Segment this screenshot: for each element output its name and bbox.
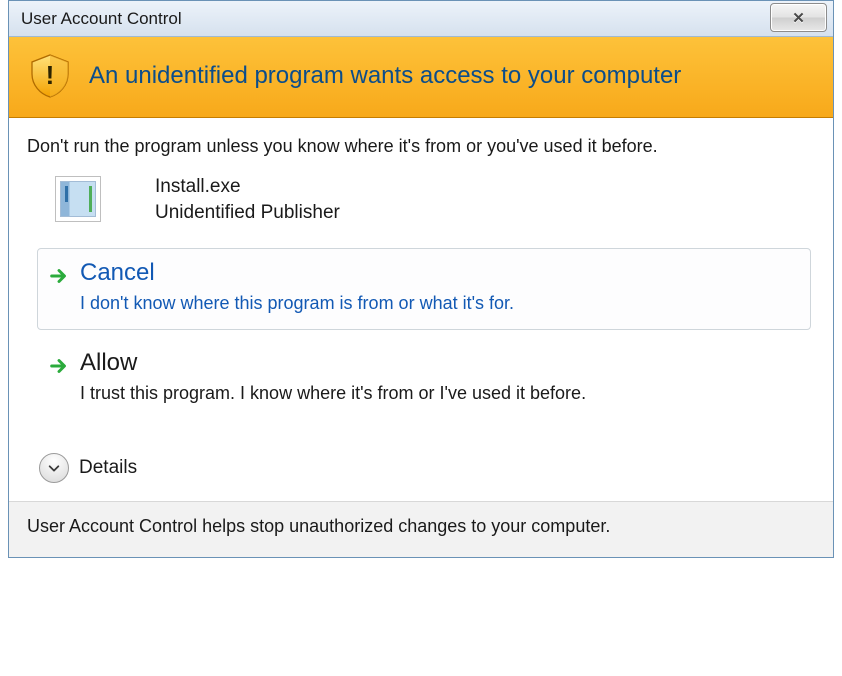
banner-heading: An unidentified program wants access to … <box>89 62 681 91</box>
warning-banner: ! An unidentified program wants access t… <box>9 37 833 118</box>
allow-option[interactable]: Allow I trust this program. I know where… <box>37 338 811 420</box>
titlebar: User Account Control ✕ <box>9 1 833 37</box>
program-info: Install.exe Unidentified Publisher <box>55 176 815 224</box>
svg-text:!: ! <box>46 60 55 90</box>
program-publisher: Unidentified Publisher <box>155 202 340 224</box>
footer-text: User Account Control helps stop unauthor… <box>9 501 833 557</box>
details-toggle[interactable]: Details <box>27 429 815 501</box>
program-filename: Install.exe <box>155 176 340 198</box>
dialog-content: Don't run the program unless you know wh… <box>9 118 833 501</box>
close-button[interactable]: ✕ <box>770 3 827 32</box>
shield-icon: ! <box>23 49 77 103</box>
window-title: User Account Control <box>21 9 182 29</box>
cancel-option[interactable]: Cancel I don't know where this program i… <box>37 248 811 330</box>
chevron-down-icon <box>39 453 69 483</box>
cancel-description: I don't know where this program is from … <box>80 292 800 315</box>
cancel-title: Cancel <box>80 259 800 288</box>
arrow-right-icon <box>48 265 70 287</box>
details-label: Details <box>79 457 137 479</box>
uac-dialog: User Account Control ✕ ! An unidentified… <box>8 0 834 558</box>
instruction-text: Don't run the program unless you know wh… <box>27 134 815 158</box>
program-icon <box>55 176 101 222</box>
allow-description: I trust this program. I know where it's … <box>80 382 800 405</box>
arrow-right-icon <box>48 355 70 377</box>
allow-title: Allow <box>80 349 800 378</box>
close-icon: ✕ <box>792 9 805 27</box>
